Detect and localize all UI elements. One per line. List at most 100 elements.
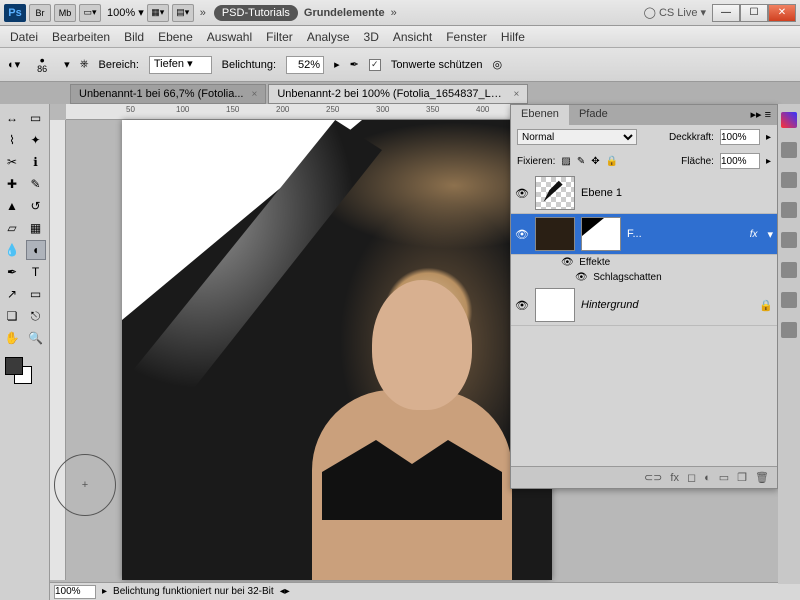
lock-move-icon[interactable]: ✥ — [591, 156, 599, 167]
pen-tool[interactable]: ✒ — [2, 262, 22, 282]
layer-row[interactable]: 👁 Hintergrund 🔒 — [511, 285, 777, 326]
shape-tool[interactable]: ▭ — [26, 284, 46, 304]
strip-paths-icon[interactable] — [781, 322, 797, 338]
bereich-select[interactable]: Tiefen ▾ — [149, 56, 212, 74]
dodge-tool[interactable]: ◖ — [26, 240, 46, 260]
chevrons-icon[interactable]: » — [391, 7, 397, 19]
close-button[interactable]: ✕ — [768, 4, 796, 22]
pressure-icon[interactable]: ◎ — [493, 58, 503, 71]
zoom-tool[interactable]: 🔍 — [26, 328, 46, 348]
eyedropper-tool[interactable]: ℹ — [26, 152, 46, 172]
fx-icon[interactable]: fx — [670, 472, 679, 484]
strip-color-icon[interactable] — [781, 112, 797, 128]
workspace-label-1[interactable]: PSD-Tutorials — [214, 5, 298, 21]
strip-mask-icon[interactable] — [781, 232, 797, 248]
lock-all-icon[interactable]: 🔒 — [606, 156, 618, 167]
minimize-button[interactable]: — — [712, 4, 740, 22]
menu-filter[interactable]: Filter — [266, 30, 293, 44]
stamp-tool[interactable]: ▲ — [2, 196, 22, 216]
strip-adjust-icon[interactable] — [781, 202, 797, 218]
status-arrows-icon[interactable]: ◂▸ — [280, 586, 290, 597]
color-swatches[interactable] — [2, 354, 47, 382]
deckkraft-input[interactable] — [720, 129, 760, 145]
zoom-input[interactable] — [54, 585, 96, 599]
strip-swatches-icon[interactable] — [781, 142, 797, 158]
path-tool[interactable]: ↗ — [2, 284, 22, 304]
3d-camera-tool[interactable]: ⎋ — [26, 306, 46, 326]
close-icon[interactable]: × — [514, 89, 520, 100]
layer-thumbnail[interactable] — [535, 288, 575, 322]
menu-auswahl[interactable]: Auswahl — [207, 30, 252, 44]
fg-color-swatch[interactable] — [5, 357, 23, 375]
brush-panel-icon[interactable]: ▾ — [64, 58, 70, 71]
marquee-tool[interactable]: ▭ — [26, 108, 46, 128]
brush-tool[interactable]: ✎ — [26, 174, 46, 194]
zoom-level[interactable]: 100% ▾ — [107, 6, 144, 19]
menu-fenster[interactable]: Fenster — [446, 30, 487, 44]
effect-schlagschatten[interactable]: 👁 Schlagschatten — [511, 270, 777, 285]
layer-thumbnail[interactable] — [535, 217, 575, 251]
maximize-button[interactable]: ☐ — [740, 4, 768, 22]
layer-name[interactable]: Ebene 1 — [581, 187, 773, 199]
status-arrow-icon[interactable]: ▸ — [102, 586, 107, 597]
screenmode-button[interactable]: ▭▾ — [79, 4, 101, 22]
tab-doc-1[interactable]: Unbenannt-1 bei 66,7% (Fotolia...× — [70, 84, 266, 104]
new-layer-icon[interactable]: ❐ — [737, 471, 747, 484]
airbrush-icon[interactable]: ✒ — [350, 58, 359, 71]
ruler-vertical[interactable] — [50, 120, 66, 580]
eraser-tool[interactable]: ▱ — [2, 218, 22, 238]
blend-mode-select[interactable]: Normal — [517, 129, 637, 145]
close-icon[interactable]: × — [252, 89, 258, 100]
gradient-tool[interactable]: ▦ — [26, 218, 46, 238]
tab-ebenen[interactable]: Ebenen — [511, 105, 569, 125]
tab-doc-2[interactable]: Unbenannt-2 bei 100% (Fotolia_1654837_L©… — [268, 84, 528, 104]
delete-icon[interactable]: 🗑 — [755, 471, 769, 484]
canvas[interactable] — [122, 120, 552, 580]
menu-datei[interactable]: Datei — [10, 30, 38, 44]
extras-button[interactable]: ▤▾ — [172, 4, 194, 22]
group-icon[interactable]: ▭ — [719, 471, 729, 484]
tab-pfade[interactable]: Pfade — [569, 105, 618, 125]
move-tool[interactable]: ↔ — [2, 108, 22, 128]
flyout-icon[interactable]: ▸ — [766, 132, 771, 143]
cslive-button[interactable]: ◯ CS Live ▾ — [644, 6, 706, 19]
history-brush-tool[interactable]: ↺ — [26, 196, 46, 216]
fx-badge[interactable]: fx — [750, 229, 758, 240]
flaeche-input[interactable] — [720, 153, 760, 169]
strip-layers-icon[interactable] — [781, 262, 797, 278]
menu-ebene[interactable]: Ebene — [158, 30, 193, 44]
visibility-icon[interactable]: 👁 — [515, 187, 529, 200]
menu-3d[interactable]: 3D — [364, 30, 379, 44]
link-layers-icon[interactable]: ⊂⊃ — [644, 471, 662, 484]
panel-menu-icon[interactable]: ▸▸ ≡ — [744, 105, 777, 125]
mask-icon[interactable]: ◻ — [687, 471, 696, 484]
strip-channels-icon[interactable] — [781, 292, 797, 308]
crop-tool[interactable]: ✂ — [2, 152, 22, 172]
visibility-icon[interactable]: 👁 — [515, 228, 529, 241]
effects-row[interactable]: 👁 Effekte — [511, 255, 777, 270]
layer-row[interactable]: 👁 F... fx ▾ — [511, 214, 777, 255]
lasso-tool[interactable]: ⌇ — [2, 130, 22, 150]
menu-bild[interactable]: Bild — [124, 30, 144, 44]
tool-preset-icon[interactable]: ◐▾ — [8, 58, 20, 71]
layer-name[interactable]: Hintergrund — [581, 299, 753, 311]
menu-hilfe[interactable]: Hilfe — [501, 30, 525, 44]
visibility-icon[interactable]: 👁 — [515, 299, 529, 312]
tonwerte-checkbox[interactable]: ✓ — [369, 59, 381, 71]
arrange-button[interactable]: ▦▾ — [147, 4, 169, 22]
belichtung-flyout-icon[interactable]: ▸ — [334, 58, 340, 71]
brush-settings-icon[interactable]: ⎈ — [80, 58, 89, 71]
adjustment-icon[interactable]: ◐ — [704, 472, 711, 484]
brush-preview[interactable]: • 86 — [30, 56, 54, 74]
blur-tool[interactable]: 💧 — [2, 240, 22, 260]
wand-tool[interactable]: ✦ — [26, 130, 46, 150]
3d-tool[interactable]: ❏ — [2, 306, 22, 326]
hand-tool[interactable]: ✋ — [2, 328, 22, 348]
lock-paint-icon[interactable]: ✎ — [577, 156, 585, 167]
layer-name[interactable]: F... — [627, 228, 744, 240]
flyout-icon[interactable]: ▸ — [766, 156, 771, 167]
bridge-button[interactable]: Br — [29, 4, 51, 22]
belichtung-input[interactable] — [286, 56, 324, 74]
type-tool[interactable]: T — [26, 262, 46, 282]
workspace-label-2[interactable]: Grundelemente — [304, 7, 385, 19]
